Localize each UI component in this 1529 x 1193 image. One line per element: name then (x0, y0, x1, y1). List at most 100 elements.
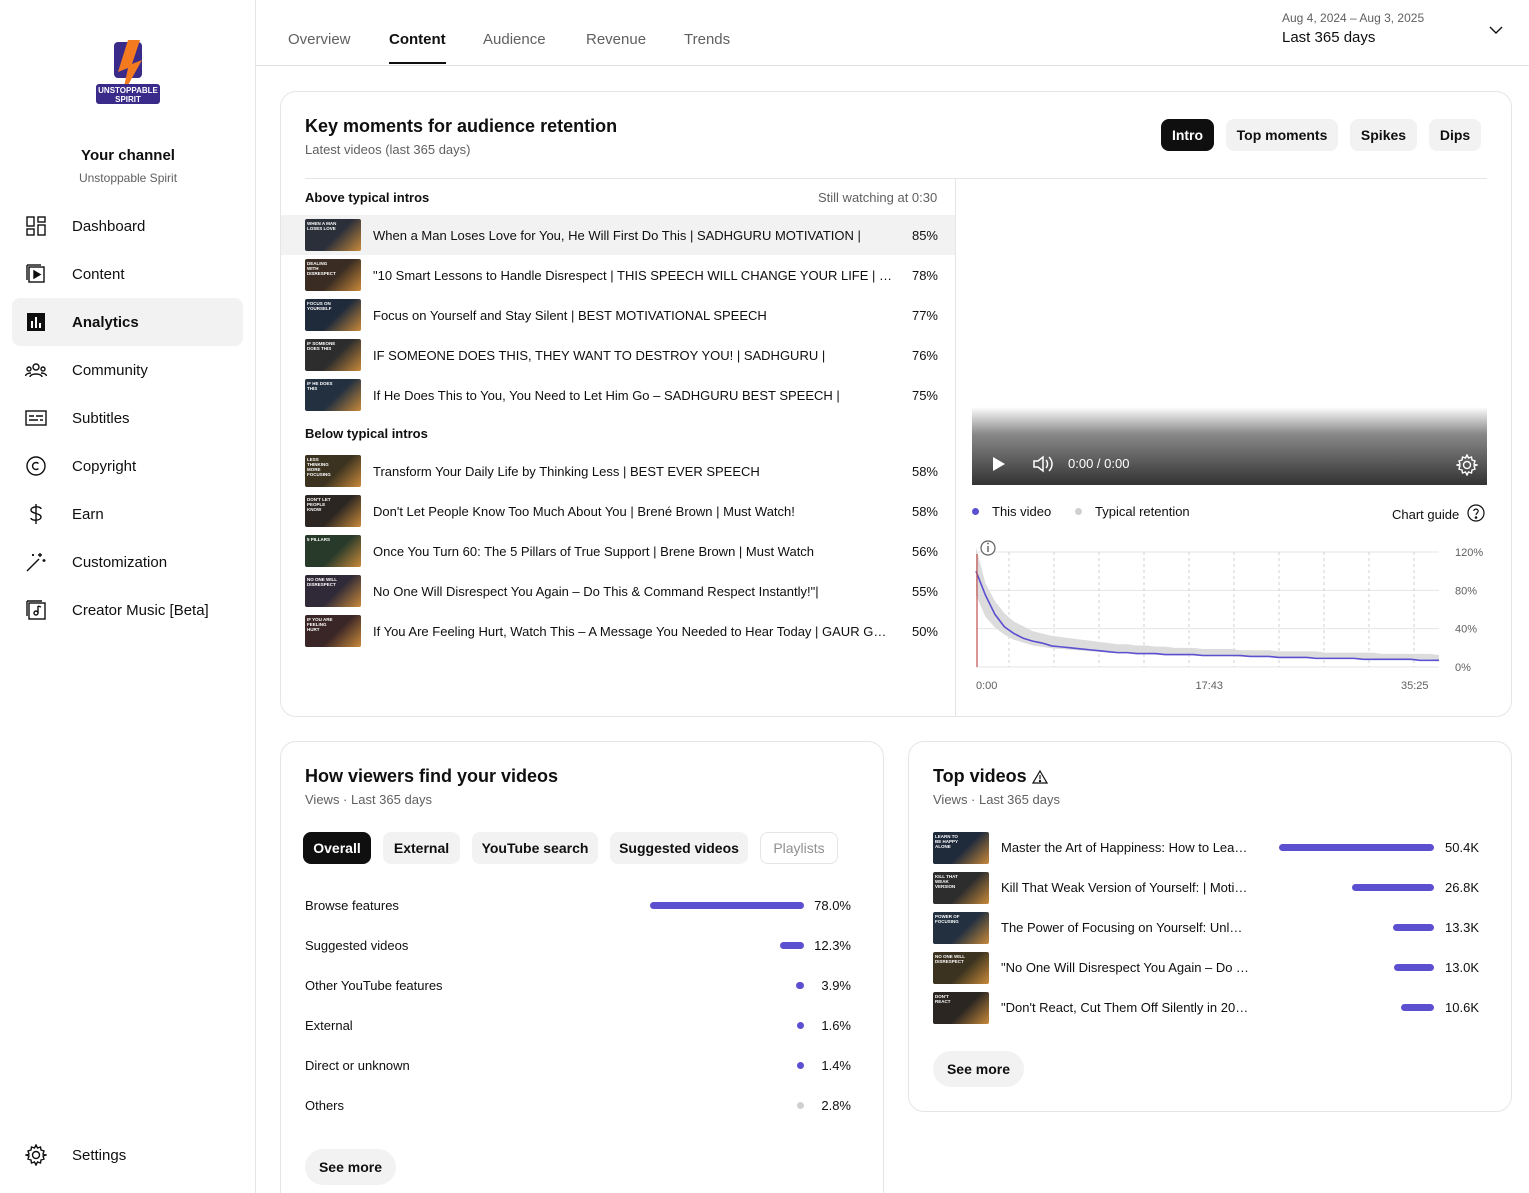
chip-spikes[interactable]: Spikes (1350, 119, 1417, 151)
chip-suggested-videos[interactable]: Suggested videos (610, 832, 748, 864)
retention-video-row[interactable]: IF YOU ARE FEELING HURT If You Are Feelin… (281, 611, 955, 651)
tab-revenue[interactable]: Revenue (586, 31, 646, 62)
top-video-row[interactable]: LEARN TO BE HAPPY ALONE Master the Art of… (933, 832, 1479, 864)
traffic-source-name: Suggested videos (305, 938, 409, 953)
volume-icon[interactable] (1032, 455, 1054, 478)
traffic-subtitle: Views · Last 365 days (305, 792, 432, 807)
video-thumbnail[interactable]: LEARN TO BE HAPPY ALONE (933, 832, 989, 864)
top-video-row[interactable]: DON'T REACT "Don't React, Cut Them Off Si… (933, 992, 1479, 1024)
chip-external[interactable]: External (383, 832, 460, 864)
sidebar-item-community[interactable]: Community (12, 346, 243, 394)
traffic-source-name: External (305, 1018, 353, 1033)
date-range-picker[interactable]: Aug 4, 2024 – Aug 3, 2025 Last 365 days (1282, 11, 1424, 46)
top-video-views: 50.4K (1445, 840, 1479, 855)
chip-dips[interactable]: Dips (1429, 119, 1481, 151)
video-thumbnail[interactable]: NO ONE WILL DISRESPECT (305, 575, 361, 607)
top-video-row[interactable]: POWER OF FOCUSING The Power of Focusing o… (933, 912, 1479, 944)
traffic-source-bar (779, 942, 804, 949)
warning-icon[interactable] (1031, 769, 1049, 790)
above-typical-heading: Above typical intros (305, 190, 430, 205)
date-range-label: Last 365 days (1282, 29, 1376, 46)
sidebar-item-customization[interactable]: Customization (12, 538, 243, 586)
retention-video-row[interactable]: 5 PILLARS Once You Turn 60: The 5 Pillars… (281, 531, 955, 571)
tab-audience[interactable]: Audience (483, 31, 546, 62)
gear-icon[interactable] (1454, 453, 1480, 481)
chip-youtube-search[interactable]: YouTube search (472, 832, 598, 864)
tab-content[interactable]: Content (389, 31, 446, 64)
traffic-see-more-button[interactable]: See more (305, 1149, 396, 1185)
thumbnail-text: IF SOMEONE DOES THIS (307, 341, 336, 351)
top-videos-subtitle: Views · Last 365 days (933, 792, 1060, 807)
chip-top-moments[interactable]: Top moments (1226, 119, 1338, 151)
retention-video-row[interactable]: IF SOMEONE DOES THIS IF SOMEONE DOES THIS… (281, 335, 955, 375)
retention-video-row[interactable]: DON'T LET PEOPLE KNOW Don't Let People Kn… (281, 491, 955, 531)
top-video-views: 13.0K (1445, 960, 1479, 975)
sidebar-item-analytics[interactable]: Analytics (12, 298, 243, 346)
top-videos-title: Top videos (933, 766, 1027, 786)
y-tick-label: 0% (1455, 662, 1471, 674)
retention-percentage: 55% (911, 583, 938, 599)
video-thumbnail[interactable]: IF HE DOES THIS (305, 379, 361, 411)
thumbnail-text: DON'T LET PEOPLE KNOW (307, 497, 331, 512)
video-title: Don't Let People Know Too Much About You… (373, 503, 795, 519)
video-thumbnail[interactable]: KILL THAT WEAK VERSION (933, 872, 989, 904)
thumbnail-text: DEALING WITH DISRESPECT (307, 261, 336, 276)
chart-guide-link[interactable]: Chart guide (1392, 504, 1485, 525)
sidebar-item-label: Earn (72, 505, 104, 523)
chip-intro[interactable]: Intro (1161, 119, 1214, 151)
video-thumbnail[interactable]: IF SOMEONE DOES THIS (305, 339, 361, 371)
sidebar-item-label: Subtitles (72, 409, 130, 427)
retention-video-row[interactable]: NO ONE WILL DISRESPECT No One Will Disres… (281, 571, 955, 611)
thumbnail-text: LEARN TO BE HAPPY ALONE (935, 834, 958, 849)
video-thumbnail[interactable]: 5 PILLARS (305, 535, 361, 567)
retention-video-row[interactable]: DEALING WITH DISRESPECT "10 Smart Lessons… (281, 255, 955, 295)
legend-label: This video (992, 504, 1052, 519)
video-thumbnail[interactable]: NO ONE WILL DISRESPECT (933, 952, 989, 984)
video-thumbnail[interactable]: WHEN A MAN LOSES LOVE (305, 219, 361, 251)
thumbnail-text: LESS THINKING MORE FOCUSING (307, 457, 331, 477)
retention-video-row[interactable]: FOCUS ON YOURSELF Focus on Yourself and S… (281, 295, 955, 335)
video-thumbnail[interactable]: DEALING WITH DISRESPECT (305, 259, 361, 291)
chip-overall[interactable]: Overall (303, 832, 371, 864)
legend-typical: Typical retention (1075, 504, 1190, 519)
sidebar-item-creator-music[interactable]: Creator Music [Beta] (12, 586, 243, 634)
sidebar-item-label: Analytics (72, 313, 139, 331)
video-thumbnail[interactable]: FOCUS ON YOURSELF (305, 299, 361, 331)
video-thumbnail[interactable]: DON'T LET PEOPLE KNOW (305, 495, 361, 527)
traffic-source-bar (796, 982, 804, 989)
retention-video-row[interactable]: WHEN A MAN LOSES LOVE When a Man Loses Lo… (281, 215, 955, 255)
tab-trends[interactable]: Trends (684, 31, 730, 62)
y-tick-label: 80% (1455, 585, 1477, 597)
retention-video-row[interactable]: IF HE DOES THIS If He Does This to You, Y… (281, 375, 955, 415)
chart-guide-label: Chart guide (1392, 507, 1460, 522)
still-watching-label: Still watching at 0:30 (818, 190, 938, 205)
play-icon[interactable] (992, 456, 1006, 477)
traffic-source-row: Direct or unknown 1.4% (305, 1056, 851, 1076)
sidebar-item-earn[interactable]: Earn (12, 490, 243, 538)
channel-logo[interactable]: UNSTOPPABLE SPIRIT (94, 38, 162, 108)
sidebar-item-copyright[interactable]: Copyright (12, 442, 243, 490)
top-videos-see-more-button[interactable]: See more (933, 1051, 1024, 1087)
video-thumbnail[interactable]: IF YOU ARE FEELING HURT (305, 615, 361, 647)
sidebar-item-subtitles[interactable]: Subtitles (12, 394, 243, 442)
video-thumbnail[interactable]: DON'T REACT (933, 992, 989, 1024)
top-video-views-bar (1279, 844, 1434, 851)
top-video-row[interactable]: KILL THAT WEAK VERSION Kill That Weak Ver… (933, 872, 1479, 904)
player-time: 0:00 / 0:00 (1068, 456, 1130, 471)
top-video-row[interactable]: NO ONE WILL DISRESPECT "No One Will Disre… (933, 952, 1479, 984)
video-thumbnail[interactable]: POWER OF FOCUSING (933, 912, 989, 944)
sidebar: UNSTOPPABLE SPIRIT Your channel Unstoppa… (0, 0, 256, 1193)
y-tick-label: 120% (1455, 547, 1483, 559)
chevron-down-icon[interactable] (1486, 22, 1506, 38)
sidebar-item-content[interactable]: Content (12, 250, 243, 298)
traffic-source-value: 1.4% (821, 1058, 851, 1073)
video-thumbnail[interactable]: LESS THINKING MORE FOCUSING (305, 455, 361, 487)
sidebar-item-dashboard[interactable]: Dashboard (12, 202, 243, 250)
tab-overview[interactable]: Overview (288, 31, 351, 62)
retention-video-row[interactable]: LESS THINKING MORE FOCUSING Transform You… (281, 451, 955, 491)
sidebar-item-settings[interactable]: Settings (12, 1131, 243, 1179)
sidebar-item-label: Content (72, 265, 125, 283)
top-video-views-bar (1394, 964, 1434, 971)
video-player[interactable]: 0:00 / 0:00 (972, 407, 1487, 485)
retention-percentage: 75% (911, 387, 938, 403)
